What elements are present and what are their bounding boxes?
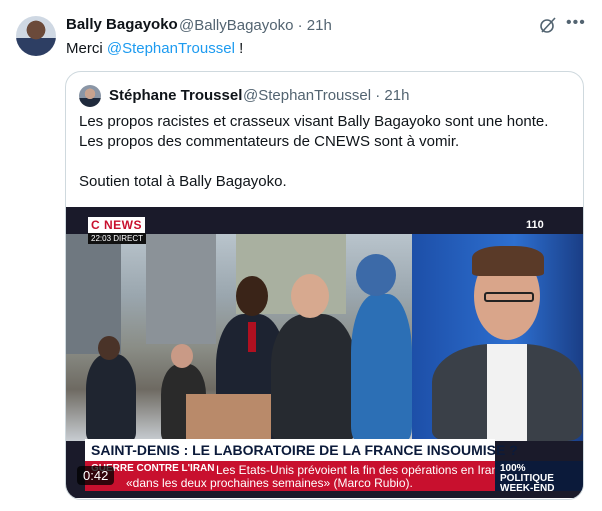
video-duration: 0:42 bbox=[77, 466, 115, 485]
person-head bbox=[171, 344, 193, 368]
channel-number: 110 bbox=[526, 219, 544, 231]
person-head bbox=[98, 336, 120, 360]
person-head bbox=[356, 254, 396, 296]
live-time-badge: 22:03 DIRECT bbox=[88, 233, 147, 244]
glasses-shape bbox=[484, 292, 534, 302]
video-player[interactable]: C NEWS 22:03 DIRECT 110 SAINT-DENIS : LE… bbox=[66, 207, 583, 498]
video-scene-studio bbox=[412, 234, 583, 441]
shirt-shape bbox=[487, 344, 527, 441]
tie-shape bbox=[248, 322, 256, 352]
grok-icon[interactable] bbox=[539, 16, 557, 34]
person-head bbox=[236, 276, 268, 316]
tweet-text: Merci @StephanTroussel ! bbox=[66, 40, 243, 57]
author-name[interactable]: Bally Bagayoko bbox=[66, 16, 178, 33]
author-handle-timestamp[interactable]: @BallyBagayoko · 21h bbox=[179, 17, 332, 34]
tweet-text-suffix: ! bbox=[234, 40, 244, 57]
person-head bbox=[291, 274, 329, 318]
person-shape bbox=[86, 354, 136, 441]
person-shape bbox=[271, 314, 356, 441]
more-icon[interactable]: ••• bbox=[566, 14, 586, 32]
hair-shape bbox=[472, 246, 544, 276]
ticker-text-line1: Les Etats-Unis prévoient la fin des opér… bbox=[216, 463, 499, 477]
author-avatar[interactable] bbox=[16, 16, 56, 56]
person-shape bbox=[351, 294, 412, 441]
program-line3: WEEK-END bbox=[500, 483, 555, 494]
video-scene-street bbox=[66, 234, 412, 441]
bag-shape bbox=[186, 394, 271, 441]
ticker-text-line2: «dans les deux prochaines semaines» (Mar… bbox=[126, 476, 413, 490]
building-shape bbox=[146, 234, 216, 344]
mention-link[interactable]: @StephanTroussel bbox=[107, 40, 235, 57]
quote-author-name[interactable]: Stéphane Troussel bbox=[109, 87, 242, 104]
channel-logo: C NEWS bbox=[88, 217, 145, 233]
program-badge: 100% POLITIQUE WEEK-END bbox=[495, 461, 583, 494]
quote-text: Les propos racistes et crasseux visant B… bbox=[79, 113, 549, 190]
quote-author-handle-timestamp[interactable]: @StephanTroussel · 21h bbox=[243, 87, 409, 104]
quote-author-avatar[interactable] bbox=[79, 85, 101, 107]
headline-text: SAINT-DENIS : LE LABORATOIRE DE LA FRANC… bbox=[91, 442, 518, 458]
quote-tweet-card[interactable]: Stéphane Troussel @StephanTroussel · 21h… bbox=[65, 71, 584, 500]
tweet-text-prefix: Merci bbox=[66, 40, 107, 57]
